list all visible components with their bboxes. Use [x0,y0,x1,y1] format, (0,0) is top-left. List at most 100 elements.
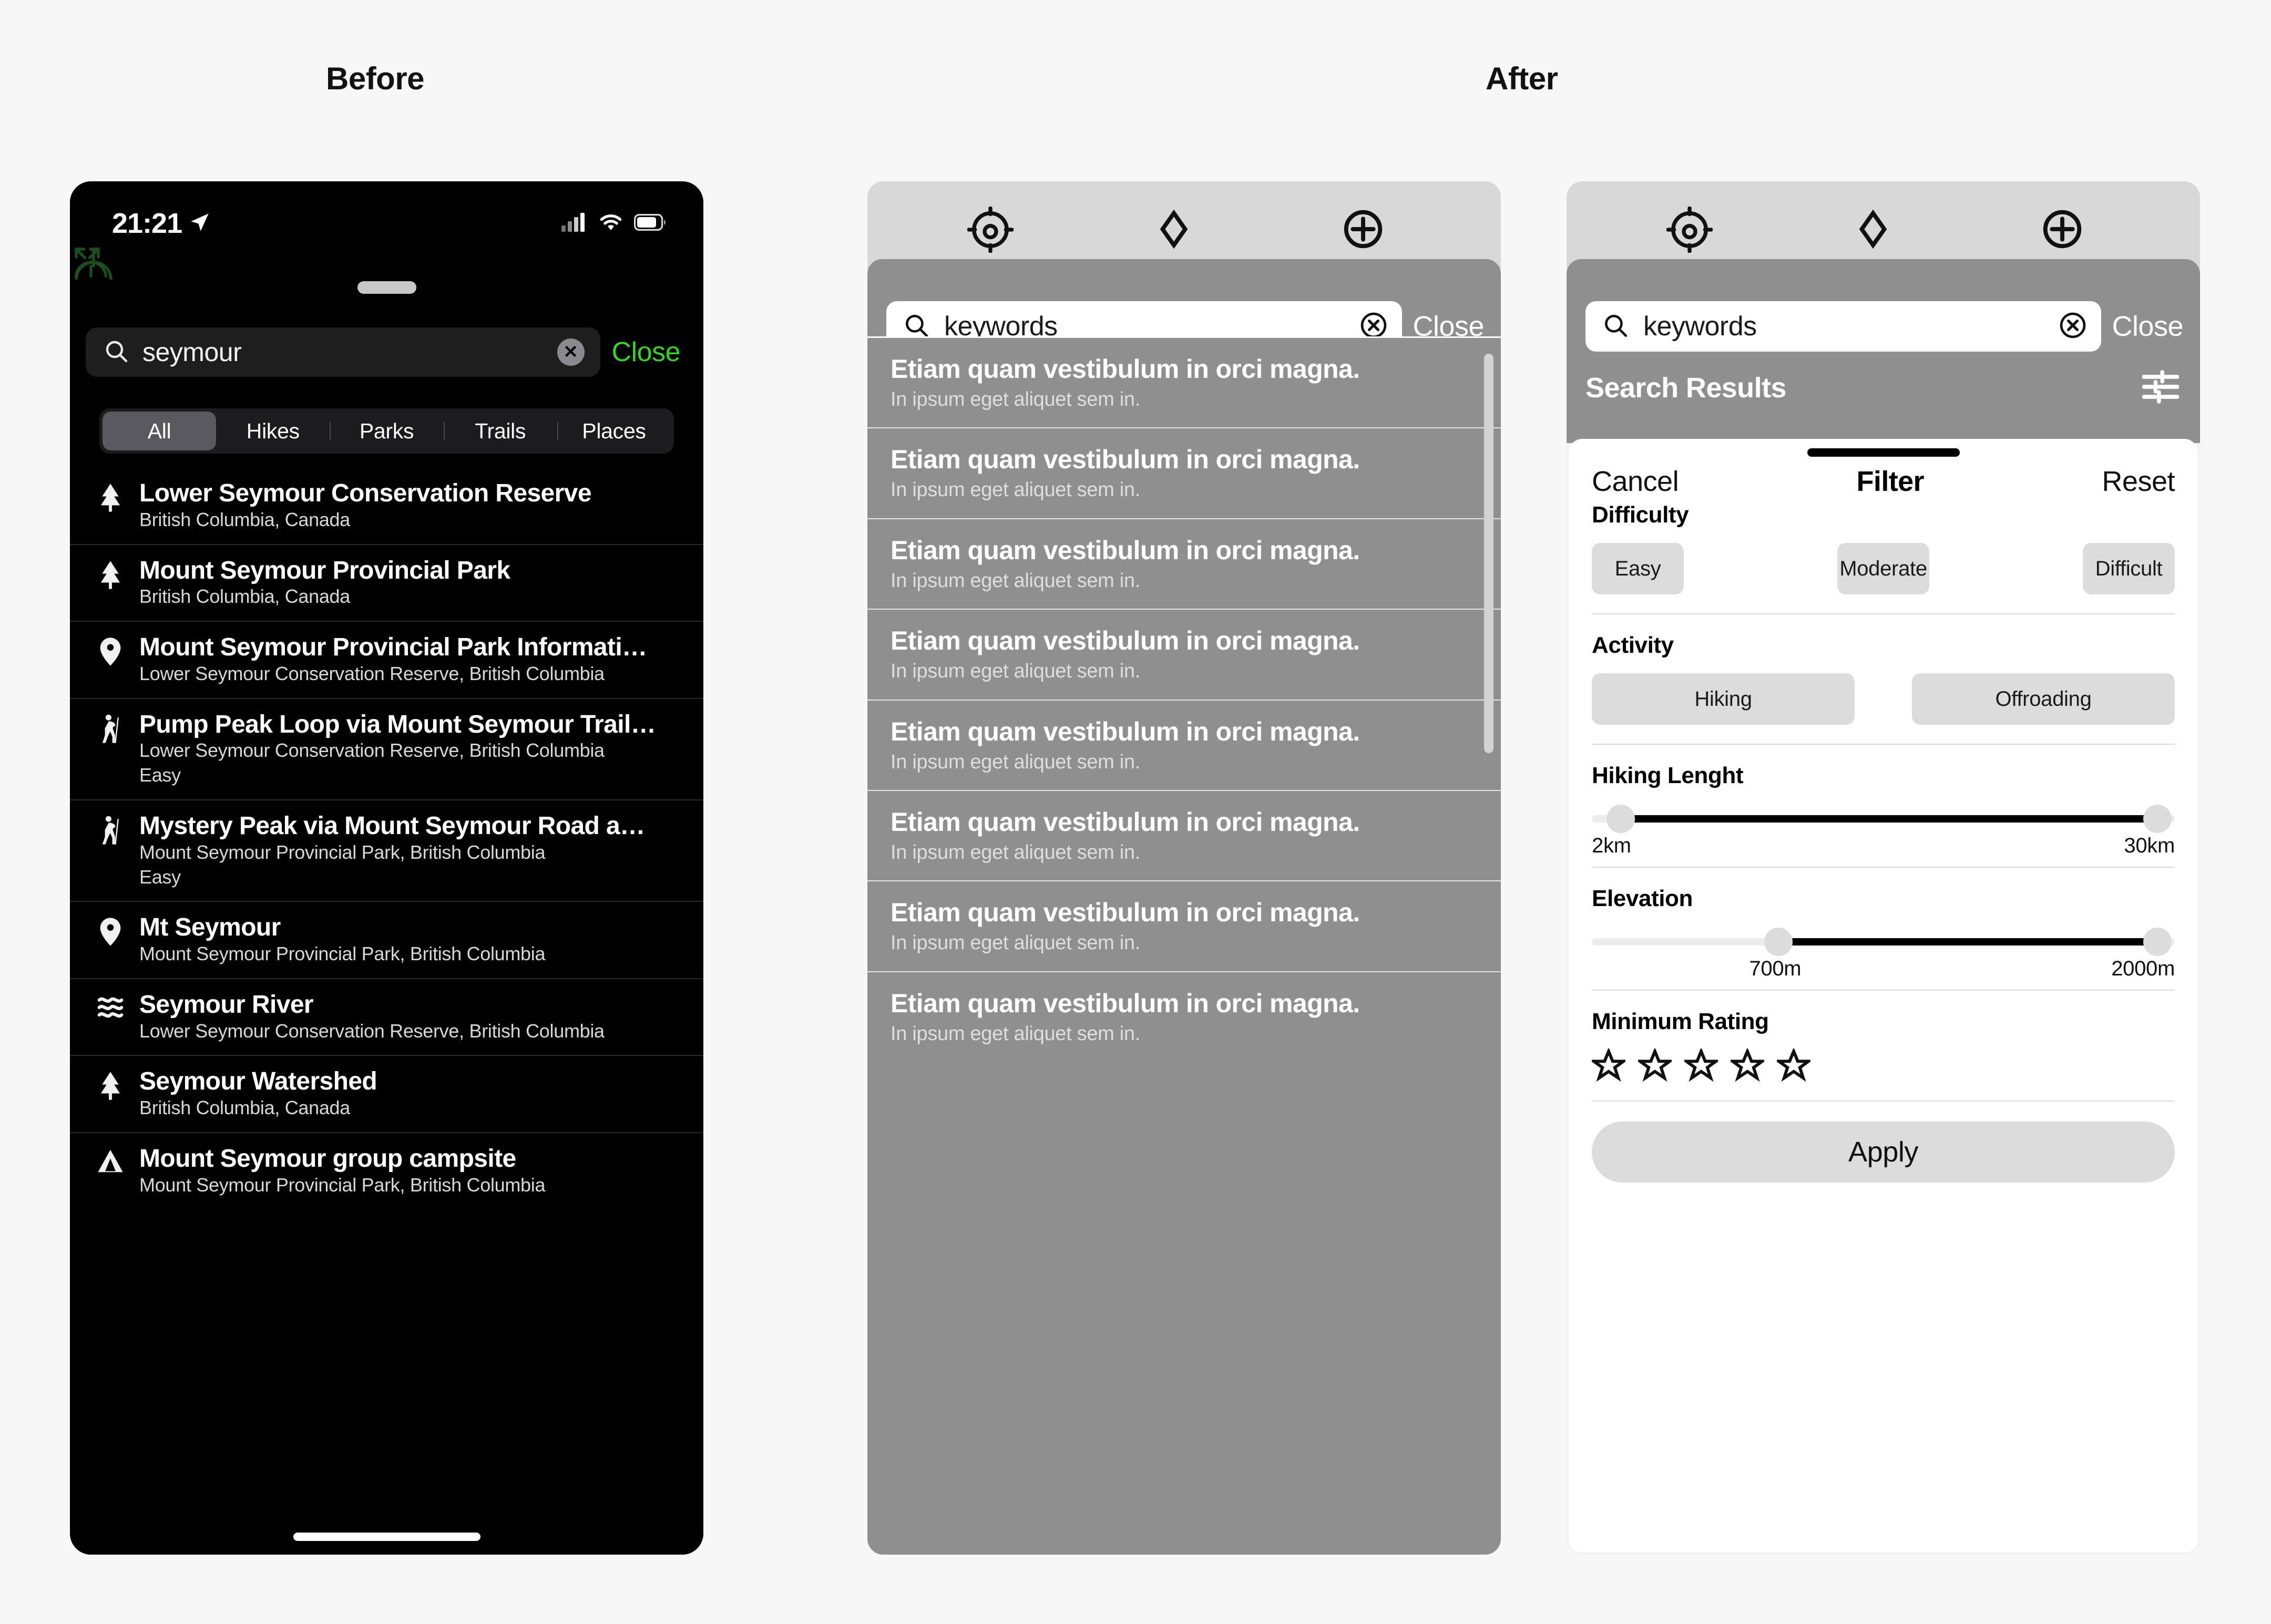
star-icon[interactable] [1774,1047,1814,1085]
list-item[interactable]: Etiam quam vestibulum in orci magna. In … [867,338,1501,427]
elevation-label: Elevation [1592,886,1693,911]
list-item-title: Mount Seymour Provincial Park [139,556,510,584]
location-arrow-icon [189,212,210,235]
star-icon[interactable] [1635,1047,1675,1085]
locate-crosshair-icon[interactable] [1666,206,1713,255]
battery-icon [634,213,667,233]
list-item-subtitle: In ipsum eget aliquet sem in. [891,932,1141,954]
list-item-subtitle: British Columbia, Canada [139,585,350,608]
hiking-length-label: Hiking Lenght [1592,763,1744,788]
list-item[interactable]: Pump Peak Loop via Mount Seymour Trail… … [70,699,703,800]
results-scroll-area[interactable]: Etiam quam vestibulum in orci magna. In … [867,336,1501,1555]
list-item-subtitle: In ipsum eget aliquet sem in. [891,388,1141,410]
waves-icon [95,991,126,1021]
filter-sheet: Cancel Filter Reset Difficulty Easy Mode… [1569,439,2198,1553]
list-item-difficulty: Easy [139,764,181,786]
apply-button[interactable]: Apply [1592,1122,2175,1183]
divider [1592,990,2175,991]
difficulty-option-difficult[interactable]: Difficult [2083,543,2175,594]
list-item-subtitle: In ipsum eget aliquet sem in. [891,479,1141,501]
list-item-subtitle: Mount Seymour Provincial Park, British C… [139,943,546,965]
filter-title: Filter [1856,466,1925,497]
before-results-list: Lower Seymour Conservation Reserve Briti… [70,468,703,1555]
locate-crosshair-icon[interactable] [967,206,1014,255]
elevation-block: Elevation 700m 2000m [1592,886,2175,985]
add-circle-icon[interactable] [2040,207,2085,254]
list-item[interactable]: Etiam quam vestibulum in orci magna. In … [867,699,1501,790]
list-item-title: Lower Seymour Conservation Reserve [139,479,592,507]
close-button[interactable]: Close [2112,310,2186,343]
list-item[interactable]: Seymour Watershed British Columbia, Cana… [70,1056,703,1133]
filter-segmented-control: All Hikes Parks Trails Places [99,408,674,454]
sheet-grabber[interactable] [1807,448,1960,457]
elevation-labels: 700m 2000m [1592,957,2175,985]
slider-knob-min[interactable] [1764,928,1793,956]
difficulty-option-easy[interactable]: Easy [1592,543,1684,594]
clear-icon[interactable] [2058,311,2088,343]
map-background [867,181,1501,271]
reset-button[interactable]: Reset [2102,465,2175,498]
difficulty-label: Difficulty [1592,502,1689,528]
close-button[interactable]: Close [612,336,688,368]
list-item-title: Mount Seymour group campsite [139,1144,516,1173]
hiking-length-labels: 2km 30km [1592,834,2175,862]
list-item-subtitle: Lower Seymour Conservation Reserve, Brit… [139,662,605,684]
list-item[interactable]: Etiam quam vestibulum in orci magna. In … [867,427,1501,518]
activity-option-offroading[interactable]: Offroading [1912,673,2175,725]
list-item-title: Pump Peak Loop via Mount Seymour Trail… [139,710,656,738]
tab-all[interactable]: All [103,412,217,450]
hiking-length-slider[interactable] [1592,803,2175,834]
divider [1592,1101,2175,1102]
tab-hikes[interactable]: Hikes [216,412,330,450]
divider [1592,867,2175,868]
list-item[interactable]: Etiam quam vestibulum in orci magna. In … [867,609,1501,699]
add-circle-icon[interactable] [1341,207,1386,254]
slider-knob-max[interactable] [2143,928,2172,956]
list-item[interactable]: Etiam quam vestibulum in orci magna. In … [867,789,1501,880]
filter-header: Cancel Filter Reset [1592,439,2175,498]
search-input[interactable]: seymour ✕ [86,327,600,377]
list-item[interactable]: Mt Seymour Mount Seymour Provincial Park… [70,902,703,979]
minimum-rating-label: Minimum Rating [1592,1009,1769,1034]
tab-places[interactable]: Places [557,412,671,450]
list-item[interactable]: Mount Seymour Provincial Park British Co… [70,545,703,622]
column-title-before: Before [326,61,425,96]
list-item[interactable]: Mount Seymour Provincial Park Informati…… [70,622,703,699]
list-item[interactable]: Lower Seymour Conservation Reserve Briti… [70,468,703,545]
star-icon[interactable] [1681,1047,1721,1085]
elevation-slider[interactable] [1592,926,2175,957]
status-bar-right [561,212,667,234]
cancel-button[interactable]: Cancel [1592,465,1679,498]
sheet-grabber[interactable] [357,281,416,294]
layers-diamond-icon[interactable] [1850,207,1896,254]
list-item-title: Etiam quam vestibulum in orci magna. [891,445,1360,475]
list-item[interactable]: Mount Seymour group campsite Mount Seymo… [70,1133,703,1209]
layers-diamond-icon[interactable] [1151,207,1196,254]
tab-parks[interactable]: Parks [330,412,443,450]
elevation-min: 700m [1749,957,1802,980]
list-item[interactable]: Mystery Peak via Mount Seymour Road a… M… [70,800,703,902]
after-results-frame: keywords Close Search Results [867,181,1501,1555]
slider-knob-min[interactable] [1607,805,1635,833]
scrollbar[interactable] [1484,354,1493,753]
list-item[interactable]: Etiam quam vestibulum in orci magna. In … [867,971,1501,1062]
star-icon[interactable] [1727,1047,1767,1085]
tree-icon [95,1067,126,1101]
list-item-title: Seymour Watershed [139,1067,377,1096]
activity-option-hiking[interactable]: Hiking [1592,673,1855,725]
difficulty-options: Easy Moderate Difficult [1592,543,2175,594]
list-item[interactable]: Etiam quam vestibulum in orci magna. In … [867,518,1501,609]
difficulty-option-moderate[interactable]: Moderate [1837,543,1929,594]
list-item-subtitle: In ipsum eget aliquet sem in. [891,569,1141,592]
clear-icon[interactable]: ✕ [557,338,585,366]
star-icon[interactable] [1589,1047,1629,1085]
slider-knob-max[interactable] [2143,805,2172,833]
list-item[interactable]: Seymour River Lower Seymour Conservation… [70,979,703,1056]
elevation-max: 2000m [2111,957,2175,980]
sliders-filter-icon[interactable] [2142,368,2180,408]
list-item[interactable]: Etiam quam vestibulum in orci magna. In … [867,880,1501,971]
hiking-length-block: Hiking Lenght 2km 30km [1592,763,2175,862]
tab-trails[interactable]: Trails [443,412,557,450]
list-item-title: Etiam quam vestibulum in orci magna. [891,716,1360,746]
search-input[interactable]: keywords [1585,301,2102,352]
